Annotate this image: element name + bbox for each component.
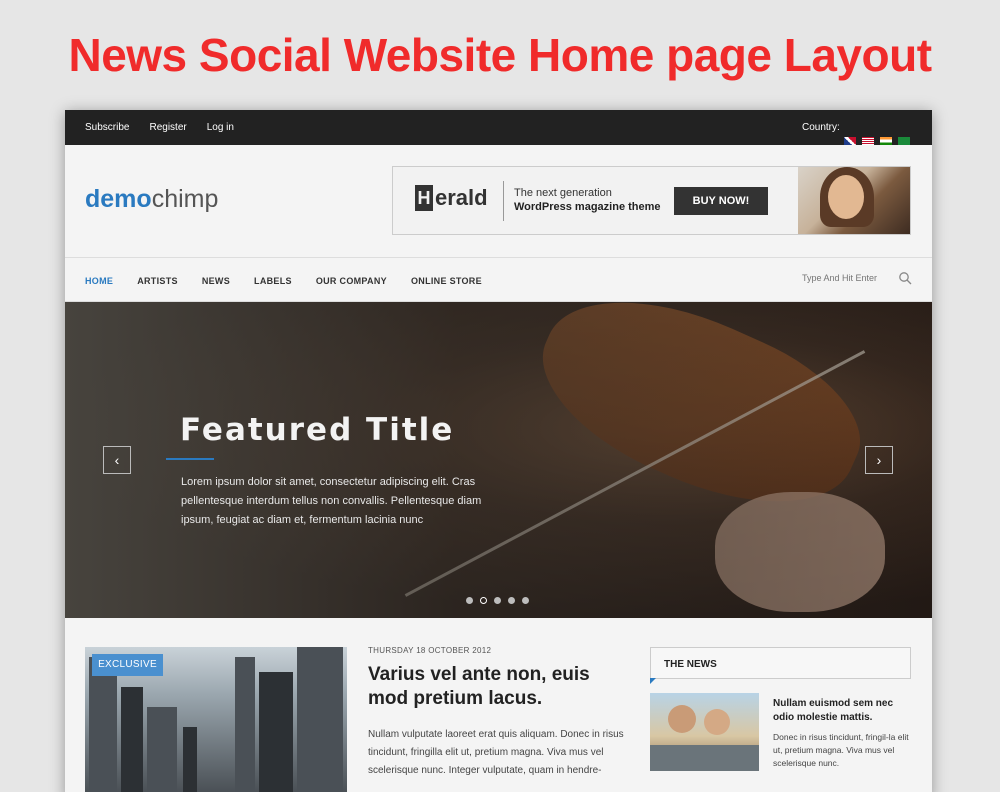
website-mockup: Subscribe Register Log in Country: democ… [65,110,932,792]
herald-h-icon: H [415,185,433,211]
ad-tagline-2: WordPress magazine theme [514,201,661,213]
thumbnail-person [668,705,696,733]
building-shape [297,647,343,792]
news-item-description: Donec in risus tincidunt, fringil-la eli… [773,732,909,768]
subscribe-link[interactable]: Subscribe [85,122,129,133]
slider-next-button[interactable]: › [865,446,893,474]
article-body: Nullam vulputate laoreet erat quis aliqu… [368,729,624,776]
search-input[interactable] [802,273,882,283]
top-bar: Subscribe Register Log in Country: [65,110,932,145]
content-area: EXCLUSIVE THURSDAY 18 OCTOBER 2012 Variu… [65,618,932,792]
register-link[interactable]: Register [149,122,186,133]
building-shape [121,687,143,792]
slider-dots [466,597,529,604]
hero-title-underline [166,458,214,460]
exclusive-badge[interactable]: EXCLUSIVE [92,654,163,676]
logo-chimp-text: chimp [151,185,219,213]
sidebar-heading: THE NEWS [650,647,911,684]
slider-dot[interactable] [494,597,501,604]
nav-our-company[interactable]: OUR COMPANY [316,276,387,286]
building-shape [183,727,197,792]
uk-flag-icon[interactable] [844,137,856,145]
herald-brand-text: erald [435,185,488,210]
ad-woman-photo [798,167,910,234]
header-ad-banner[interactable]: Herald The next generation WordPress mag… [392,166,911,235]
logo-demo-text: demo [85,185,152,213]
nav-artists[interactable]: ARTISTS [137,276,178,286]
building-shape [259,672,293,792]
main-nav: HOME ARTISTS NEWS LABELS OUR COMPANY ONL… [65,258,932,302]
hero-slider: Featured Title Lorem ipsum dolor sit ame… [65,302,932,618]
article-date: THURSDAY 18 OCTOBER 2012 [368,646,492,655]
building-shape [235,657,255,792]
country-flags [844,137,910,145]
building-shape [147,707,177,792]
nav-labels[interactable]: LABELS [254,276,292,286]
hero-overlay [65,302,932,618]
heading-corner-icon [650,678,656,684]
ad-tagline-1: The next generation [514,187,612,199]
ad-photo-face [828,175,864,219]
site-header: demochimp Herald The next generation Wor… [65,145,932,258]
slider-dot[interactable] [508,597,515,604]
buy-now-button[interactable]: BUY NOW! [674,187,768,215]
thumbnail-car [650,745,759,771]
herald-logo: Herald [415,185,488,211]
ad-divider [503,181,504,221]
article-headline[interactable]: Varius vel ante non, euis mod pretium la… [368,663,630,711]
news-sidebar: THE NEWS Nullam euismod sem nec odio mol… [650,647,911,771]
slider-dot-active[interactable] [480,597,487,604]
nav-online-store[interactable]: ONLINE STORE [411,276,482,286]
slider-dot[interactable] [522,597,529,604]
top-links: Subscribe Register Log in [85,122,234,133]
page-banner-title: News Social Website Home page Layout [68,29,932,81]
search-icon[interactable] [898,271,912,285]
slider-dot[interactable] [466,597,473,604]
news-item-title[interactable]: Nullam euismod sem nec odio molestie mat… [773,697,911,725]
hero-title: Featured Title [180,412,455,448]
nav-news[interactable]: NEWS [202,276,230,286]
news-item-thumbnail[interactable] [650,693,759,771]
site-logo[interactable]: demochimp [85,185,218,214]
hero-description: Lorem ipsum dolor sit amet, consectetur … [181,476,482,526]
thumbnail-person [704,709,730,735]
login-link[interactable]: Log in [207,122,234,133]
nav-home[interactable]: HOME [85,276,113,286]
india-flag-icon[interactable] [880,137,892,145]
us-flag-icon[interactable] [862,137,874,145]
slider-prev-button[interactable]: ‹ [103,446,131,474]
saudi-flag-icon[interactable] [898,137,910,145]
featured-article: THURSDAY 18 OCTOBER 2012 Varius vel ante… [368,646,630,780]
nav-items: HOME ARTISTS NEWS LABELS OUR COMPANY ONL… [85,276,482,286]
building-shape [89,657,117,792]
sidebar-heading-text: THE NEWS [664,659,717,670]
country-label: Country: [802,122,840,133]
